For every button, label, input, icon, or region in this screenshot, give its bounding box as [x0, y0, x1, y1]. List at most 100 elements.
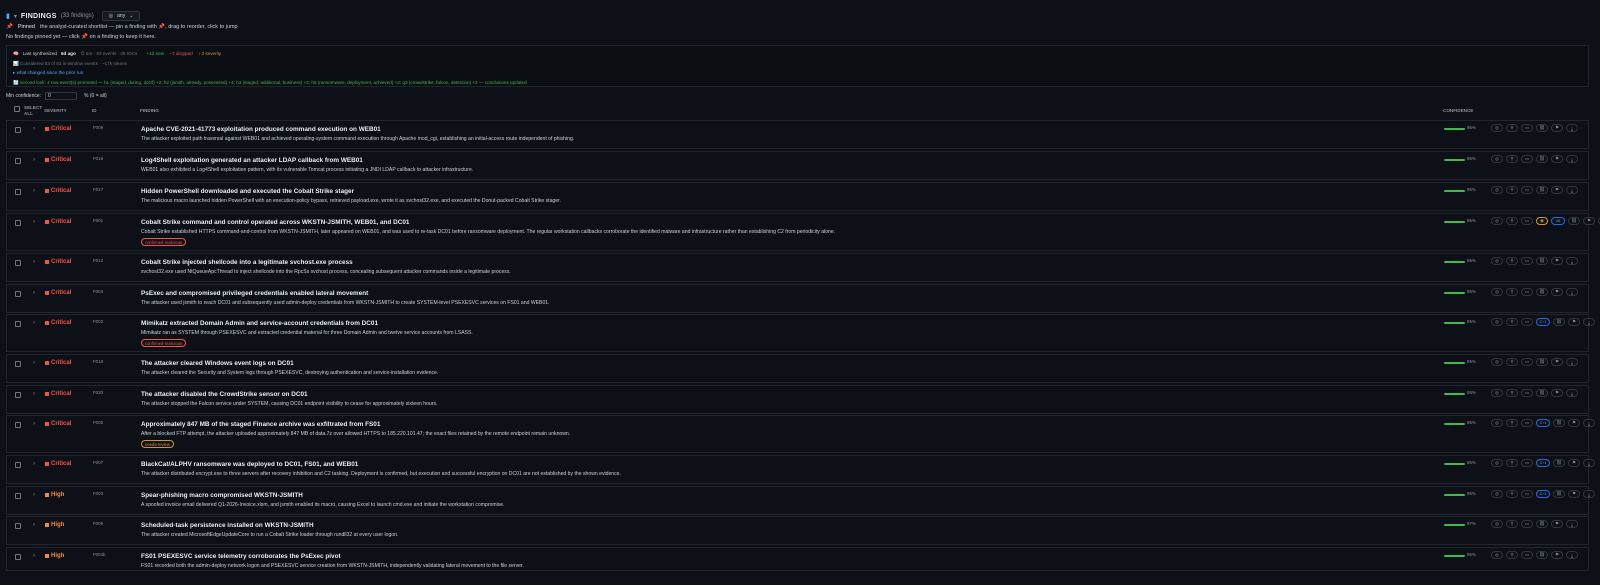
link-icon[interactable]: ⛓ [1536, 520, 1548, 528]
min-confidence-input[interactable] [45, 92, 78, 100]
pin-action-icon[interactable]: ⚑ [1551, 124, 1563, 132]
finding-row[interactable]: › High F006 Scheduled-task persistence i… [6, 516, 1589, 545]
eye-icon[interactable]: ◎ [1491, 389, 1503, 397]
column-confidence[interactable]: CONFIDENCE [1443, 108, 1473, 113]
pin-action-icon[interactable]: ⚑ [1583, 217, 1595, 225]
expand-chevron-icon[interactable]: › [33, 492, 35, 498]
finding-row[interactable]: › Critical F001 Cobalt Strike command an… [6, 213, 1600, 251]
row-checkbox[interactable] [15, 422, 21, 428]
finding-row[interactable]: › Critical F013 Cobalt Strike injected s… [6, 253, 1589, 282]
download-icon[interactable]: ⤓ [1566, 389, 1578, 397]
download-icon[interactable]: ⤓ [1566, 257, 1578, 265]
pin-action-icon[interactable]: ⚑ [1551, 389, 1563, 397]
person-icon[interactable]: ⚲ [1506, 459, 1518, 467]
pin-action-icon[interactable]: ⚑ [1551, 155, 1563, 163]
eye-icon[interactable]: ◎ [1491, 490, 1503, 498]
finding-row[interactable]: › Critical F016 Log4Shell exploitation g… [6, 151, 1589, 180]
annotation-icon[interactable]: ◉ [1536, 217, 1548, 225]
comment-icon[interactable]: ▭ [1521, 124, 1533, 132]
pin-action-icon[interactable]: ⚑ [1568, 318, 1580, 326]
finding-row[interactable]: › Critical F018 The attacker cleared Win… [6, 354, 1589, 383]
finding-row[interactable]: › Critical F002 Mimikatz extracted Domai… [6, 314, 1595, 352]
link-icon[interactable]: ⛓ [1553, 490, 1565, 498]
finding-title[interactable]: Scheduled-task persistence installed on … [141, 522, 314, 529]
va-badge[interactable]: VA [1551, 217, 1565, 225]
finding-title[interactable]: The attacker cleared Windows event logs … [141, 360, 294, 367]
person-icon[interactable]: ⚲ [1506, 288, 1518, 296]
finding-title[interactable]: Cobalt Strike command and control operat… [141, 219, 409, 226]
comment-icon[interactable]: ▭ [1521, 520, 1533, 528]
column-severity[interactable]: SEVERITY [44, 108, 67, 113]
finding-title[interactable]: BlackCat/ALPHV ransomware was deployed t… [141, 461, 358, 468]
pin-action-icon[interactable]: ⚑ [1551, 358, 1563, 366]
what-changed-toggle[interactable]: ▸ what changed since the prior run [13, 68, 1582, 78]
expand-chevron-icon[interactable]: › [33, 259, 35, 265]
row-checkbox[interactable] [15, 260, 21, 266]
comment-icon[interactable]: ▭ [1521, 155, 1533, 163]
link-icon[interactable]: ⛓ [1536, 186, 1548, 194]
eye-icon[interactable]: ◎ [1491, 318, 1503, 326]
download-icon[interactable]: ⤓ [1566, 186, 1578, 194]
link-icon[interactable]: ⛓ [1536, 124, 1548, 132]
collapse-chevron-icon[interactable]: ▾ [14, 13, 17, 20]
row-checkbox[interactable] [15, 493, 21, 499]
comment-icon[interactable]: ▭ [1521, 358, 1533, 366]
person-icon[interactable]: ⚲ [1506, 419, 1518, 427]
expand-chevron-icon[interactable]: › [33, 290, 35, 296]
comment-icon[interactable]: ▭ [1521, 186, 1533, 194]
finding-title[interactable]: FS01 PSEXESVC service telemetry corrobor… [141, 553, 341, 560]
row-checkbox[interactable] [15, 523, 21, 529]
finding-title[interactable]: Apache CVE-2021-41773 exploitation produ… [141, 126, 381, 133]
download-icon[interactable]: ⤓ [1566, 520, 1578, 528]
finding-row[interactable]: › High F004b FS01 PSEXESVC service telem… [6, 547, 1589, 571]
link-icon[interactable]: ⛓ [1553, 459, 1565, 467]
finding-row[interactable]: › Critical F020 The attacker disabled th… [6, 385, 1589, 414]
finding-title[interactable]: The attacker disabled the CrowdStrike se… [141, 391, 308, 398]
download-icon[interactable]: ⤓ [1583, 318, 1595, 326]
pin-action-icon[interactable]: ⚑ [1551, 288, 1563, 296]
expand-chevron-icon[interactable]: › [33, 126, 35, 132]
download-icon[interactable]: ⤓ [1583, 419, 1595, 427]
download-icon[interactable]: ⤓ [1566, 155, 1578, 163]
link-icon[interactable]: ⛓ [1536, 288, 1548, 296]
person-icon[interactable]: ⚲ [1506, 155, 1518, 163]
pin-action-icon[interactable]: ⚑ [1551, 186, 1563, 194]
eye-icon[interactable]: ◎ [1491, 358, 1503, 366]
comment-icon[interactable]: ▭ [1521, 288, 1533, 296]
expand-chevron-icon[interactable]: › [33, 320, 35, 326]
finding-title[interactable]: Spear-phishing macro compromised WKSTN-J… [141, 492, 303, 499]
link-icon[interactable]: ⛓ [1553, 318, 1565, 326]
person-icon[interactable]: ⚲ [1506, 124, 1518, 132]
download-icon[interactable]: ⤓ [1566, 551, 1578, 559]
pin-action-icon[interactable]: ⚑ [1568, 419, 1580, 427]
person-icon[interactable]: ⚲ [1506, 490, 1518, 498]
row-checkbox[interactable] [15, 127, 21, 133]
expand-chevron-icon[interactable]: › [33, 157, 35, 163]
column-finding[interactable]: FINDING [140, 108, 159, 113]
link-icon[interactable]: ⛓ [1536, 155, 1548, 163]
person-icon[interactable]: ⚲ [1506, 257, 1518, 265]
expand-chevron-icon[interactable]: › [33, 522, 35, 528]
person-icon[interactable]: ⚲ [1506, 551, 1518, 559]
expand-chevron-icon[interactable]: › [33, 360, 35, 366]
eye-icon[interactable]: ◎ [1491, 288, 1503, 296]
row-checkbox[interactable] [15, 554, 21, 560]
column-id[interactable]: ID [92, 108, 97, 113]
finding-title[interactable]: Mimikatz extracted Domain Admin and serv… [141, 320, 378, 327]
comment-icon[interactable]: ▭ [1521, 318, 1533, 326]
pin-action-icon[interactable]: ⚑ [1568, 490, 1580, 498]
finding-row[interactable]: › Critical F004 PsExec and compromised p… [6, 284, 1589, 313]
row-checkbox[interactable] [15, 321, 21, 327]
row-checkbox[interactable] [15, 291, 21, 297]
row-checkbox[interactable] [15, 220, 21, 226]
download-icon[interactable]: ⤓ [1566, 358, 1578, 366]
eye-icon[interactable]: ◎ [1491, 155, 1503, 163]
row-checkbox[interactable] [15, 462, 21, 468]
person-icon[interactable]: ⚲ [1506, 358, 1518, 366]
download-icon[interactable]: ⤓ [1566, 288, 1578, 296]
person-icon[interactable]: ⚲ [1506, 217, 1518, 225]
eye-icon[interactable]: ◎ [1491, 520, 1503, 528]
finding-title[interactable]: Cobalt Strike injected shellcode into a … [141, 259, 353, 266]
person-icon[interactable]: ⚲ [1506, 389, 1518, 397]
link-icon[interactable]: ⛓ [1553, 419, 1565, 427]
